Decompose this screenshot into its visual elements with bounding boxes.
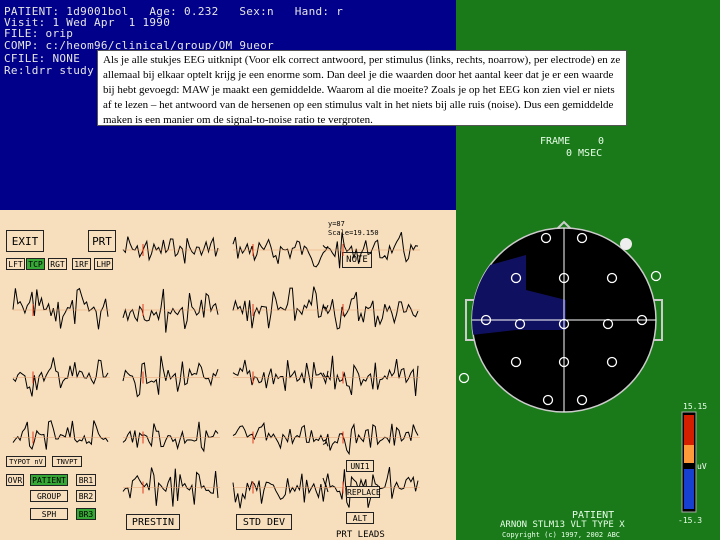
prt-leads-button[interactable]: PRT LEADS — [336, 530, 385, 540]
color-bar-max: 15.15 — [683, 402, 708, 411]
alt-button[interactable]: ALT — [346, 512, 374, 524]
eeg-trace — [232, 421, 329, 450]
patient-button[interactable]: PATIENT — [30, 474, 68, 486]
eeg-trace — [122, 467, 219, 507]
eeg-trace — [232, 473, 329, 509]
br2-button[interactable]: BR2 — [76, 490, 96, 502]
eeg-trace — [12, 420, 109, 451]
electrode-marker — [650, 270, 662, 282]
std-dev-button[interactable]: STD DEV — [236, 514, 292, 530]
eeg-trace — [322, 355, 419, 396]
cfile-line: CFILE: NONE — [4, 52, 81, 65]
eeg-trace — [122, 355, 219, 398]
eeg-trace — [322, 423, 419, 456]
color-bar-unit: uV — [697, 462, 707, 471]
eeg-trace — [122, 288, 219, 333]
color-bar-positive — [684, 415, 694, 445]
eeg-trace — [12, 357, 109, 397]
uni-button[interactable]: UNI1 — [346, 460, 374, 472]
prestin-button[interactable]: PRESTIN — [126, 514, 180, 530]
footer-subtitle: ARNON STLM13 VLT TYPE X — [500, 520, 625, 530]
color-bar-negative — [684, 469, 694, 509]
eeg-trace — [322, 291, 419, 330]
footer-copyright: Copyright (c) 1997, 2002 ABC — [502, 531, 621, 539]
eeg-trace — [122, 421, 219, 453]
reference-electrode — [620, 238, 632, 250]
ovr-button[interactable]: OVR — [6, 474, 24, 486]
group-button[interactable]: GROUP — [30, 490, 68, 502]
br1-button[interactable]: BR1 — [76, 474, 96, 486]
topographic-head-map — [458, 220, 697, 513]
eeg-trace — [232, 286, 329, 329]
study-line: Re:ldrr study — [4, 64, 94, 77]
file-line: FILE: orip — [4, 27, 74, 40]
tnvpt-button[interactable]: TNVPT — [52, 456, 82, 467]
eeg-trace — [12, 287, 109, 330]
eeg-trace — [232, 359, 329, 391]
replace-button[interactable]: REPLACE — [346, 486, 381, 498]
sph-button[interactable]: SPH — [30, 508, 68, 520]
electrode-marker — [458, 372, 470, 384]
eeg-trace — [232, 236, 329, 268]
br3-button[interactable]: BR3 — [76, 508, 96, 520]
waveform-plot — [12, 232, 420, 509]
color-bar-min: -15.3 — [678, 516, 703, 525]
typ-nv-button[interactable]: TYPOT nV — [6, 456, 46, 467]
